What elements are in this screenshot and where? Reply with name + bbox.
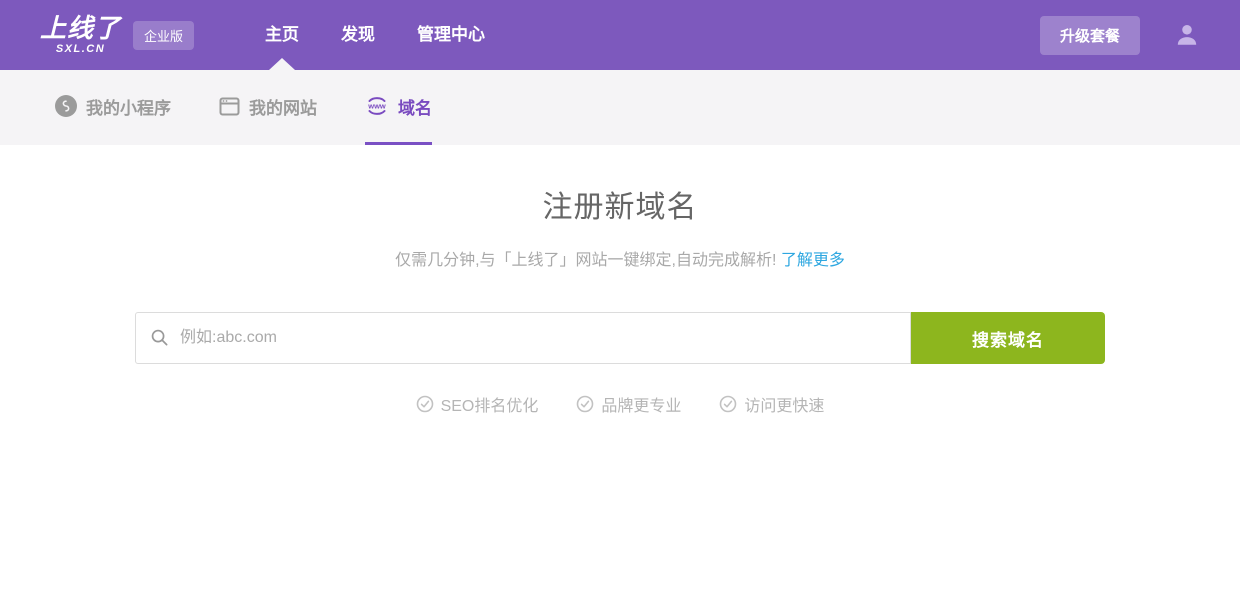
- nav-item-admin-center[interactable]: 管理中心: [396, 0, 506, 70]
- user-avatar-icon[interactable]: [1174, 22, 1200, 48]
- feature-label: 访问更快速: [744, 392, 824, 416]
- top-header: 上线了 SXL.CN 企业版 主页 发现 管理中心 升级套餐: [0, 0, 1240, 70]
- domain-search-input[interactable]: [135, 312, 911, 364]
- nav-item-label: 管理中心: [417, 25, 485, 44]
- main-content: 注册新域名 仅需几分钟,与「上线了」网站一键绑定,自动完成解析! 了解更多 搜索…: [0, 182, 1240, 416]
- logo-title: 上线了: [40, 15, 121, 41]
- learn-more-link[interactable]: 了解更多: [781, 252, 845, 269]
- feature-label: SEO排名优化: [441, 392, 539, 416]
- tab-label: 我的网站: [249, 94, 317, 119]
- upgrade-plan-button[interactable]: 升级套餐: [1040, 16, 1140, 55]
- top-nav: 主页 发现 管理中心: [244, 0, 506, 70]
- svg-text:www: www: [367, 102, 386, 111]
- feature-list: SEO排名优化 品牌更专业 访问更快速: [0, 392, 1240, 416]
- enterprise-badge: 企业版: [133, 21, 194, 50]
- domain-www-icon: www: [365, 95, 389, 117]
- subtitle-text: 仅需几分钟,与「上线了」网站一键绑定,自动完成解析!: [395, 252, 776, 269]
- secondary-tabbar: 我的小程序 我的网站 www 域名: [0, 70, 1240, 145]
- website-icon: [219, 97, 240, 116]
- check-circle-icon: [416, 395, 434, 413]
- check-circle-icon: [719, 395, 737, 413]
- tab-my-miniprograms[interactable]: 我的小程序: [55, 70, 171, 145]
- subtitle: 仅需几分钟,与「上线了」网站一键绑定,自动完成解析! 了解更多: [0, 246, 1240, 270]
- feature-speed: 访问更快速: [719, 392, 824, 416]
- feature-seo: SEO排名优化: [416, 392, 539, 416]
- active-caret: [269, 58, 295, 70]
- nav-item-home[interactable]: 主页: [244, 0, 320, 70]
- feature-label: 品牌更专业: [601, 392, 681, 416]
- page-title: 注册新域名: [0, 182, 1240, 226]
- tab-label: 域名: [398, 94, 432, 119]
- logo[interactable]: 上线了 SXL.CN: [40, 15, 121, 55]
- tab-domain[interactable]: www 域名: [365, 70, 432, 145]
- nav-item-label: 发现: [341, 25, 375, 44]
- check-circle-icon: [576, 395, 594, 413]
- tab-my-websites[interactable]: 我的网站: [219, 70, 317, 145]
- search-domain-button[interactable]: 搜索域名: [911, 312, 1105, 364]
- feature-brand: 品牌更专业: [576, 392, 681, 416]
- miniprogram-icon: [55, 95, 77, 117]
- logo-subtitle: SXL.CN: [56, 43, 105, 55]
- nav-item-discover[interactable]: 发现: [320, 0, 396, 70]
- nav-item-label: 主页: [265, 25, 299, 44]
- tab-label: 我的小程序: [86, 94, 171, 119]
- domain-search-row: 搜索域名: [135, 312, 1105, 364]
- search-box: [135, 312, 911, 364]
